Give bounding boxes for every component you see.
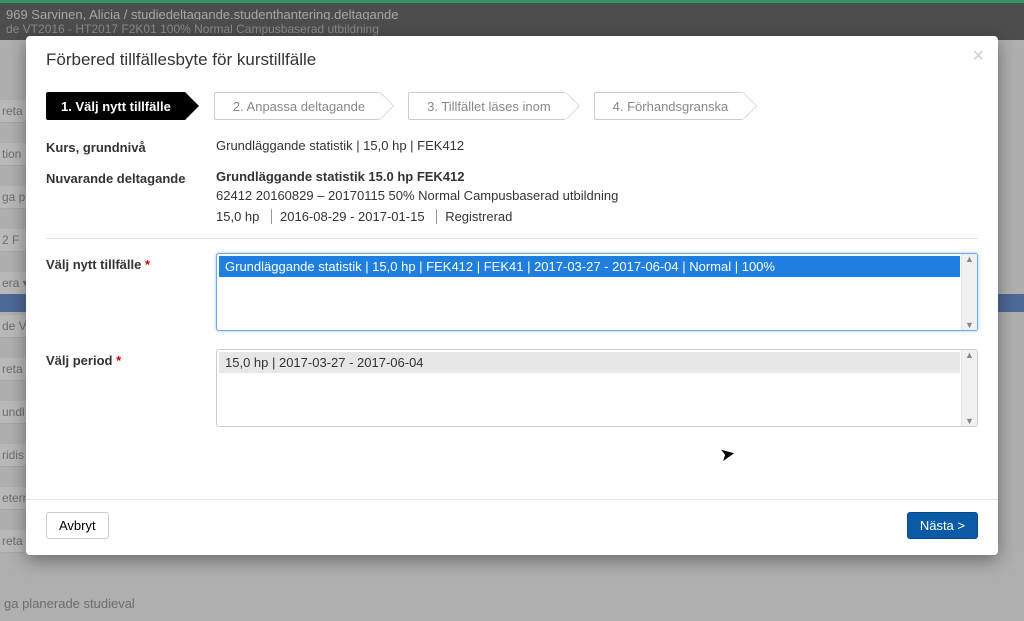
select-period-listbox[interactable]: 15,0 hp | 2017-03-27 - 2017-06-04 ▲ ▼ xyxy=(216,349,978,427)
separator xyxy=(46,238,978,239)
select-period-label: Välj period * xyxy=(46,349,216,368)
select-period-label-text: Välj period xyxy=(46,353,112,368)
required-marker: * xyxy=(116,353,121,368)
wizard-step-2[interactable]: 2. Anpassa deltagande xyxy=(214,92,380,120)
current-participation-label: Nuvarande deltagande xyxy=(46,169,216,186)
scroll-down-icon[interactable]: ▼ xyxy=(965,416,974,426)
select-period-option[interactable]: 15,0 hp | 2017-03-27 - 2017-06-04 xyxy=(219,352,960,373)
scroll-down-icon[interactable]: ▼ xyxy=(965,320,974,330)
wizard-step-1[interactable]: 1. Välj nytt tillfälle xyxy=(46,92,186,120)
current-hp: 15,0 hp xyxy=(216,209,267,224)
course-row: Kurs, grundnivå Grundläggande statistik … xyxy=(46,138,978,155)
select-period-listbox-inner: 15,0 hp | 2017-03-27 - 2017-06-04 xyxy=(219,352,960,424)
scrollbar[interactable]: ▲ ▼ xyxy=(961,350,977,426)
current-course-meta: 15,0 hp 2016-08-29 - 2017-01-15 Registre… xyxy=(216,209,978,224)
wizard-steps: 1. Välj nytt tillfälle 2. Anpassa deltag… xyxy=(46,92,978,120)
scroll-up-icon[interactable]: ▲ xyxy=(965,350,974,360)
modal-title: Förbered tillfällesbyte för kurstillfäll… xyxy=(46,50,978,70)
scrollbar[interactable]: ▲ ▼ xyxy=(961,254,977,330)
modal-dialog: Förbered tillfällesbyte för kurstillfäll… xyxy=(26,36,998,555)
current-course-title: Grundläggande statistik 15.0 hp FEK412 xyxy=(216,169,978,184)
modal-body: 1. Välj nytt tillfälle 2. Anpassa deltag… xyxy=(26,78,998,449)
select-new-label-text: Välj nytt tillfälle xyxy=(46,257,141,272)
current-status: Registrerad xyxy=(436,209,520,224)
close-icon[interactable]: × xyxy=(972,46,984,66)
modal-header: Förbered tillfällesbyte för kurstillfäll… xyxy=(26,36,998,78)
next-button[interactable]: Nästa > xyxy=(907,512,978,539)
cancel-button[interactable]: Avbryt xyxy=(46,512,109,539)
select-new-label: Välj nytt tillfälle * xyxy=(46,253,216,272)
select-new-listbox[interactable]: Grundläggande statistik | 15,0 hp | FEK4… xyxy=(216,253,978,331)
current-participation-value: Grundläggande statistik 15.0 hp FEK412 6… xyxy=(216,169,978,224)
select-new-row: Välj nytt tillfälle * Grundläggande stat… xyxy=(46,253,978,331)
current-dates: 2016-08-29 - 2017-01-15 xyxy=(271,209,433,224)
wizard-step-3[interactable]: 3. Tillfället läses inom xyxy=(408,92,566,120)
scroll-up-icon[interactable]: ▲ xyxy=(965,254,974,264)
course-label: Kurs, grundnivå xyxy=(46,138,216,155)
course-value: Grundläggande statistik | 15,0 hp | FEK4… xyxy=(216,138,978,153)
select-new-option-selected[interactable]: Grundläggande statistik | 15,0 hp | FEK4… xyxy=(219,256,960,277)
select-period-row: Välj period * 15,0 hp | 2017-03-27 - 201… xyxy=(46,349,978,427)
required-marker: * xyxy=(145,257,150,272)
select-new-listbox-inner: Grundläggande statistik | 15,0 hp | FEK4… xyxy=(219,256,960,328)
current-participation-row: Nuvarande deltagande Grundläggande stati… xyxy=(46,169,978,224)
modal-footer: Avbryt Nästa > xyxy=(26,499,998,545)
wizard-step-4[interactable]: 4. Förhandsgranska xyxy=(594,92,744,120)
current-course-detail: 62412 20160829 – 20170115 50% Normal Cam… xyxy=(216,188,978,203)
